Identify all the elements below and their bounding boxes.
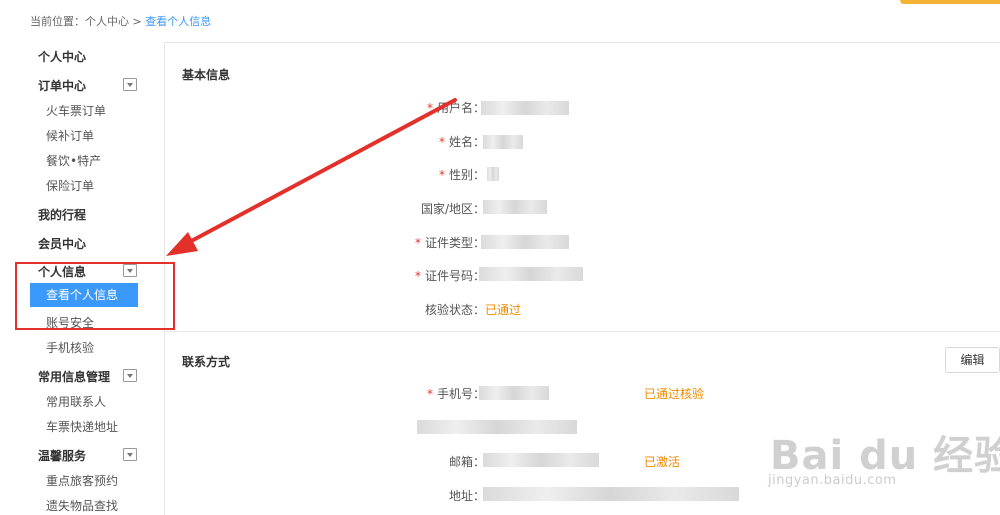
common-info-collapse-icon[interactable] — [123, 369, 137, 382]
email-label: 邮箱： — [448, 455, 485, 469]
username-value-blurred — [481, 101, 569, 115]
sidebar-item-waitlist-orders[interactable]: 候补订单 — [46, 127, 94, 144]
contact-extra-blurred — [417, 420, 577, 434]
sidebar-item-catering[interactable]: 餐饮•特产 — [46, 152, 101, 169]
breadcrumb-prefix: 当前位置：个人中心 > — [30, 15, 146, 28]
name-value-blurred — [483, 135, 523, 149]
id-number-value-blurred — [479, 267, 583, 281]
id-type-label: * 证件类型： — [414, 236, 485, 250]
phone-status: 已通过核验 — [644, 387, 705, 401]
top-accent-bar — [900, 0, 1000, 4]
edit-button[interactable]: 编辑 — [945, 347, 1000, 373]
email-status: 已激活 — [644, 455, 681, 469]
order-center-collapse-icon[interactable] — [123, 78, 137, 91]
sidebar-group-order-center[interactable]: 订单中心 — [38, 77, 86, 94]
annotation-highlight-box — [15, 262, 175, 330]
country-value-blurred — [483, 200, 547, 214]
baidu-watermark: Bai du 经验 jingyan.baidu.com — [760, 405, 1000, 500]
phone-value-blurred — [479, 386, 549, 400]
sidebar-item-phone-verify[interactable]: 手机核验 — [46, 339, 94, 356]
breadcrumb: 当前位置：个人中心 > 查看个人信息 — [30, 13, 211, 29]
breadcrumb-current[interactable]: 查看个人信息 — [145, 15, 211, 28]
section-divider — [165, 331, 1000, 332]
warm-service-collapse-icon[interactable] — [123, 448, 137, 461]
sidebar-item-ticket-address[interactable]: 车票快递地址 — [46, 418, 118, 435]
name-label: * 姓名： — [438, 135, 485, 149]
username-label: * 用户名： — [426, 101, 485, 115]
sidebar-item-train-orders[interactable]: 火车票订单 — [46, 102, 106, 119]
sidebar-group-warm-service[interactable]: 温馨服务 — [38, 447, 86, 464]
sidebar-item-priority-booking[interactable]: 重点旅客预约 — [46, 472, 118, 489]
sidebar-item-lost-found[interactable]: 遗失物品查找 — [46, 497, 118, 514]
sidebar-item-common-contacts[interactable]: 常用联系人 — [46, 393, 106, 410]
phone-label: * 手机号： — [426, 387, 485, 401]
country-label: 国家/地区： — [420, 202, 485, 216]
email-value-blurred — [483, 453, 599, 467]
sidebar-item-member-center[interactable]: 会员中心 — [38, 235, 86, 252]
verify-status-value: 已通过 — [485, 303, 522, 317]
id-type-value-blurred — [481, 235, 569, 249]
sidebar-item-insurance-orders[interactable]: 保险订单 — [46, 177, 94, 194]
address-label: 地址： — [448, 489, 485, 503]
verify-status-label: 核验状态： — [424, 303, 485, 317]
sidebar-group-common-info[interactable]: 常用信息管理 — [38, 368, 110, 385]
sidebar-item-my-trips[interactable]: 我的行程 — [38, 206, 86, 223]
basic-info-title: 基本信息 — [182, 68, 231, 82]
id-number-label: * 证件号码： — [414, 269, 485, 283]
address-value-blurred — [483, 487, 739, 501]
gender-value-blurred — [487, 167, 499, 181]
gender-label: * 性别： — [438, 168, 485, 182]
baidu-site: jingyan.baidu.com — [768, 473, 897, 488]
sidebar-item-personal-center[interactable]: 个人中心 — [38, 48, 86, 65]
contact-title: 联系方式 — [182, 355, 231, 369]
